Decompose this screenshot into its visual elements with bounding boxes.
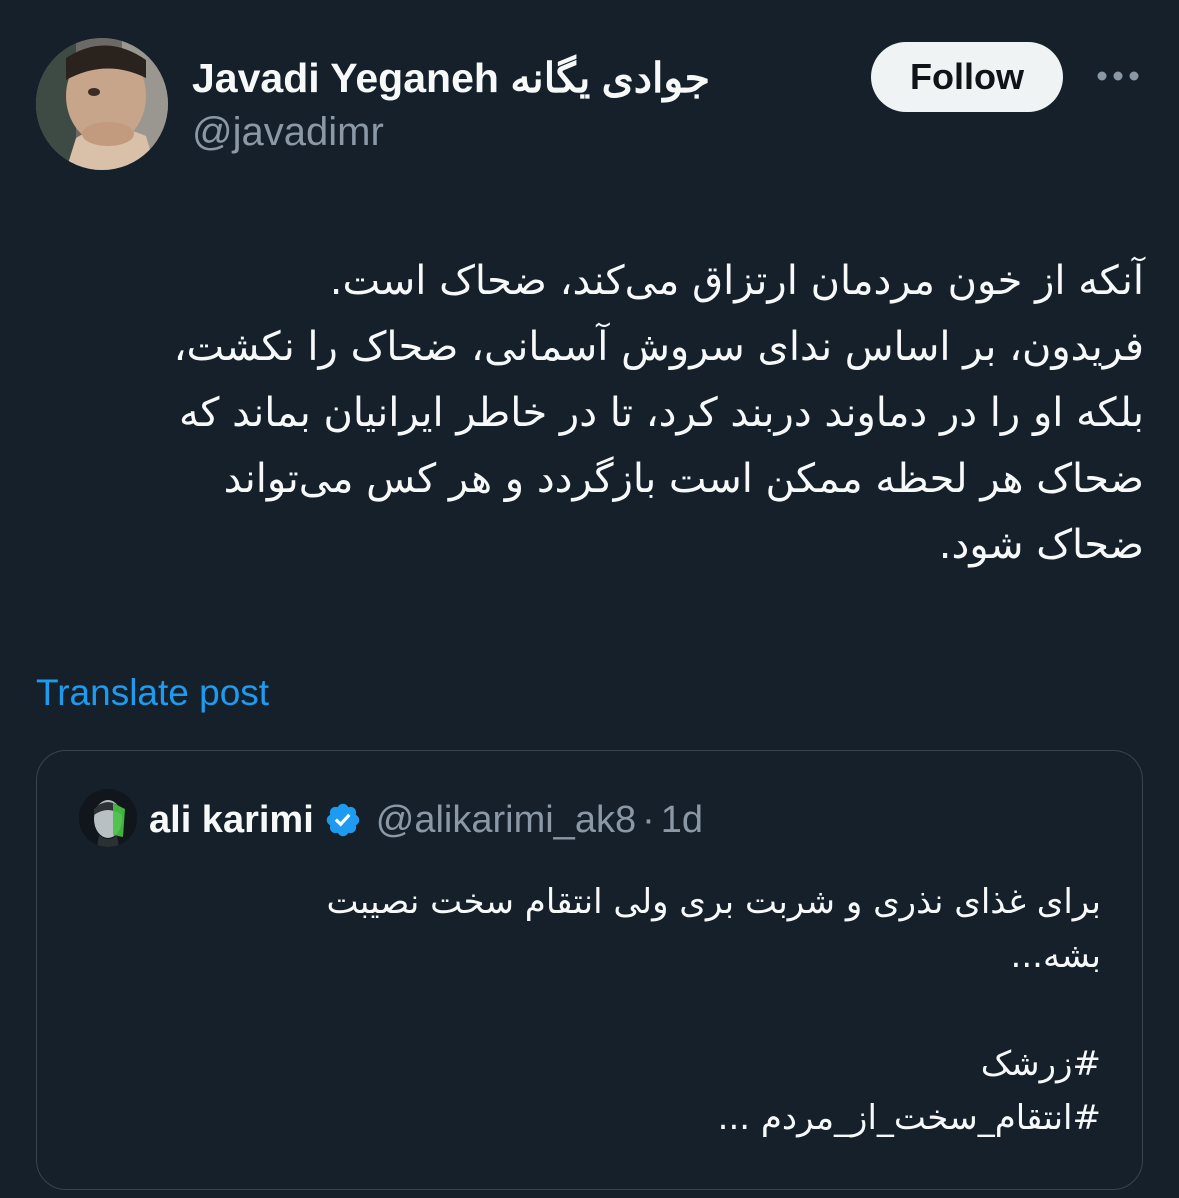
more-options-button[interactable]: [1090, 54, 1146, 98]
post-text: آنکه از خون مردمان ارتزاق می‌کند، ضحاک ا…: [36, 248, 1144, 578]
verified-badge-icon: [326, 803, 359, 837]
quote-hashtag[interactable]: #انتقام_سخت_از_مردم ...: [79, 1091, 1101, 1145]
post-text-line: بلکه او را در دماوند دربند کرد، تا در خا…: [178, 390, 1144, 436]
author-handle[interactable]: @javadimr: [192, 108, 384, 156]
quote-hashtag[interactable]: #زرشک: [79, 1037, 1101, 1091]
quote-author-name[interactable]: ali karimi: [149, 799, 314, 842]
author-display-name[interactable]: Javadi Yeganeh جوادی یگانه: [192, 54, 710, 102]
quote-author-avatar[interactable]: [79, 789, 137, 847]
follow-button[interactable]: Follow: [871, 42, 1063, 112]
quote-header: ali karimi @alikarimi_ak8 · 1d: [149, 795, 703, 845]
translate-post-link[interactable]: Translate post: [36, 670, 269, 716]
quote-text-line: برای غذای نذری و شربت بری ولی انتقام سخت…: [326, 882, 1102, 922]
post-text-line: آنکه از خون مردمان ارتزاق می‌کند، ضحاک ا…: [329, 258, 1144, 304]
quote-text-line: بشه...: [1010, 936, 1101, 976]
post-text-line: فریدون، بر اساس ندای سروش آسمانی، ضحاک ر…: [173, 324, 1144, 370]
quote-separator: ·: [642, 798, 655, 841]
profile-photo: [36, 38, 168, 170]
quoted-tweet[interactable]: ali karimi @alikarimi_ak8 · 1d برای غذای…: [36, 750, 1143, 1190]
author-avatar[interactable]: [36, 38, 168, 170]
quote-text: برای غذای نذری و شربت بری ولی انتقام سخت…: [79, 875, 1102, 1145]
post-text-line: ضحاک هر لحظه ممکن است بازگردد و هر کس می…: [223, 456, 1144, 502]
quote-timestamp[interactable]: 1d: [661, 799, 703, 842]
quote-blank-line: [79, 983, 1101, 1037]
quote-author-handle[interactable]: @alikarimi_ak8: [376, 799, 636, 842]
more-horizontal-icon: [1097, 71, 1139, 81]
post-text-line: ضحاک شود.: [938, 522, 1144, 568]
quote-profile-photo: [79, 789, 137, 847]
tweet: Javadi Yeganeh جوادی یگانه @javadimr Fol…: [0, 0, 1179, 1198]
